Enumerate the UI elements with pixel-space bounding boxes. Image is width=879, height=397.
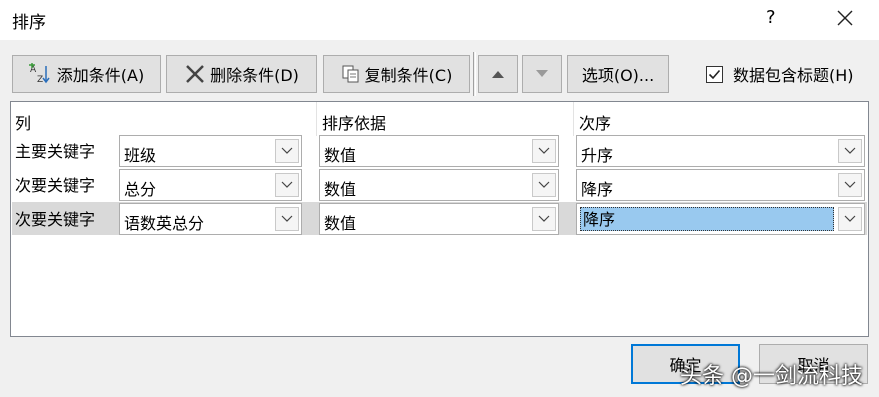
title-bar: 排序 ? xyxy=(0,0,879,40)
sort-on-select[interactable]: 数值 xyxy=(319,135,559,167)
column-select-value: 总分 xyxy=(124,180,157,199)
column-select[interactable]: 总分 xyxy=(119,169,302,201)
options-button[interactable]: 选项(O)... xyxy=(567,55,669,93)
column-select-value: 班级 xyxy=(124,146,157,165)
order-select[interactable]: 升序 xyxy=(576,135,865,167)
order-select-value: 降序 xyxy=(581,180,614,199)
chevron-down-icon[interactable] xyxy=(532,139,556,163)
triangle-down-icon xyxy=(536,70,548,77)
sort-on-header: 排序依据 xyxy=(322,114,387,133)
delete-x-icon xyxy=(184,63,206,85)
sort-on-select-value: 数值 xyxy=(324,214,357,233)
order-select-value: 升序 xyxy=(581,146,614,165)
chevron-down-icon[interactable] xyxy=(838,139,862,163)
chevron-down-icon[interactable] xyxy=(275,207,299,231)
column-select[interactable]: 语数英总分 xyxy=(119,203,302,235)
sort-on-select[interactable]: 数值 xyxy=(319,169,559,201)
sort-on-select[interactable]: 数值 xyxy=(319,203,559,235)
copy-level-button[interactable]: 复制条件(C) xyxy=(323,55,470,93)
add-sort-icon: A Z xyxy=(28,63,53,85)
delete-level-label: 删除条件(D) xyxy=(210,66,299,85)
order-select[interactable]: 降序 xyxy=(576,203,865,235)
chevron-down-icon[interactable] xyxy=(532,207,556,231)
options-label: 选项(O)... xyxy=(581,66,655,85)
chevron-down-icon[interactable] xyxy=(275,173,299,197)
help-button[interactable]: ? xyxy=(766,7,776,28)
sort-on-select-value: 数值 xyxy=(324,146,357,165)
column-header: 列 xyxy=(15,114,32,133)
delete-level-button[interactable]: 删除条件(D) xyxy=(166,55,317,93)
chevron-down-icon[interactable] xyxy=(838,207,862,231)
header-divider xyxy=(316,102,317,136)
order-select-value: 降序 xyxy=(580,207,834,231)
add-level-button[interactable]: A Z 添加条件(A) xyxy=(12,55,161,93)
dialog-title: 排序 xyxy=(12,13,46,33)
copy-icon xyxy=(341,64,361,84)
chevron-down-icon[interactable] xyxy=(275,139,299,163)
header-divider xyxy=(573,102,574,136)
move-up-button[interactable] xyxy=(478,55,518,93)
close-icon xyxy=(837,10,853,26)
copy-level-label: 复制条件(C) xyxy=(364,66,453,85)
toolbar-separator xyxy=(473,52,476,96)
watermark: 头条 @一剑流科技 xyxy=(680,364,863,389)
sort-on-select-value: 数值 xyxy=(324,180,357,199)
chevron-down-icon[interactable] xyxy=(532,173,556,197)
svg-text:A: A xyxy=(30,65,37,75)
checkmark-icon xyxy=(708,69,721,79)
header-checkbox[interactable] xyxy=(706,65,723,83)
add-level-label: 添加条件(A) xyxy=(56,66,145,85)
header-checkbox-label: 数据包含标题(H) xyxy=(733,66,854,85)
row-label: 次要关键字 xyxy=(15,210,96,229)
svg-text:Z: Z xyxy=(37,75,43,85)
header-checkbox-row[interactable]: 数据包含标题(H) xyxy=(706,62,854,86)
sort-levels-grid: 列 排序依据 次序 主要关键字 班级 数值 升序 次要关键字 总分 数值 降序 … xyxy=(10,101,869,337)
chevron-down-icon[interactable] xyxy=(838,173,862,197)
move-down-button[interactable] xyxy=(522,55,562,93)
triangle-up-icon xyxy=(492,71,504,78)
order-select[interactable]: 降序 xyxy=(576,169,865,201)
column-select-value: 语数英总分 xyxy=(124,214,205,233)
row-label: 主要关键字 xyxy=(15,142,96,161)
row-label: 次要关键字 xyxy=(15,176,96,195)
close-button[interactable] xyxy=(832,5,858,31)
order-header: 次序 xyxy=(579,114,612,133)
column-select[interactable]: 班级 xyxy=(119,135,302,167)
